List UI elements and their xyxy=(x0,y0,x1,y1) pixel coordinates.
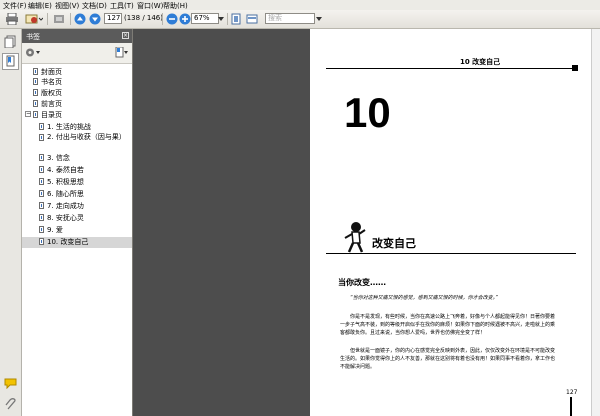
paperclip-icon xyxy=(5,398,16,410)
bookmark-item[interactable]: − 目录页 xyxy=(22,110,132,120)
printer-icon xyxy=(6,13,18,25)
search-input[interactable]: 搜索 xyxy=(265,13,315,24)
header-marker xyxy=(572,65,578,71)
epigraph: “当你对这种又痛又恨的感觉，感到又痛又恨的时候，你才会改变。” xyxy=(350,295,498,301)
collapse-toggle[interactable]: − xyxy=(25,111,31,117)
body-paragraph: 你是不是发现，有些时候，当你在高速公路上飞奔着，好像与个人都起能得见你！日著你要… xyxy=(340,314,556,336)
title-rule xyxy=(326,253,576,254)
fit-page-button[interactable] xyxy=(229,12,243,26)
comment-tab[interactable] xyxy=(4,378,17,391)
vertical-scrollbar[interactable] xyxy=(591,29,600,416)
comment-icon xyxy=(4,378,17,390)
bookmark-item[interactable]: 版权页 xyxy=(22,88,132,98)
document-page[interactable]: 10 改变自己 10 改变自己 当你改变…… “当你对这种又痛又恨的感觉，感到又… xyxy=(310,29,600,416)
bookmark-item-selected[interactable]: 10. 改变自己 xyxy=(22,237,132,248)
new-bookmark-icon xyxy=(115,46,128,58)
bookmark-icon xyxy=(6,55,15,67)
hand-tool-button[interactable] xyxy=(51,12,67,26)
new-bookmark-button[interactable] xyxy=(114,46,128,60)
envelope-icon xyxy=(25,14,43,24)
previous-page-button[interactable] xyxy=(73,12,87,26)
bookmark-item[interactable]: 1. 生活的挑战 xyxy=(22,122,132,132)
next-page-button[interactable] xyxy=(88,12,102,26)
fit-page-icon xyxy=(231,13,241,25)
zoom-out-icon xyxy=(166,13,178,25)
document-workspace-gutter xyxy=(133,29,310,416)
options-button[interactable] xyxy=(25,47,41,60)
bookmark-item[interactable]: 6. 随心所思 xyxy=(22,189,132,199)
bookmarks-panel-header: 书签 × xyxy=(22,29,132,43)
bookmark-item[interactable]: 4. 泰然自若 xyxy=(22,165,132,175)
chapter-figure xyxy=(343,221,367,255)
fit-width-icon xyxy=(246,14,258,24)
bookmark-item[interactable]: 7. 走向成功 xyxy=(22,201,132,211)
zoom-select[interactable]: 67% xyxy=(191,13,219,24)
bookmark-item[interactable]: 2. 付出与收获（因与果） xyxy=(22,133,132,151)
arrow-up-icon xyxy=(74,13,86,25)
chevron-down-icon xyxy=(316,17,322,21)
bookmark-item[interactable]: 书名页 xyxy=(22,77,132,87)
bookmarks-panel: 书签 × 封面页 书名页 版权页 前言页 − 目录页 1. 生活的挑战 2. 付出… xyxy=(22,29,133,416)
chevron-down-icon xyxy=(218,17,224,21)
bookmark-item[interactable]: 5. 积极思想 xyxy=(22,177,132,187)
bookmark-item[interactable]: 9. 爱 xyxy=(22,225,132,235)
bookmark-item[interactable]: 8. 安抚心灵 xyxy=(22,213,132,223)
bookmarks-panel-toolbar xyxy=(22,43,132,64)
running-header: 10 改变自己 xyxy=(460,58,501,66)
options-icon xyxy=(26,48,40,57)
page-number: 127 xyxy=(566,389,578,396)
body-paragraph: 但世就是一面镜子，你的内心在感觉完全反映到外表，因此，仅仅改变外在环境是不可能改… xyxy=(340,348,556,370)
zoom-dropdown-button[interactable] xyxy=(218,12,224,26)
print-button[interactable] xyxy=(4,12,20,26)
page-number-input[interactable]: 127 xyxy=(104,13,122,24)
page-edge-bar xyxy=(570,397,572,416)
pages-tab[interactable] xyxy=(4,35,17,50)
attachments-tab[interactable] xyxy=(4,398,17,413)
running-person-icon xyxy=(344,222,366,253)
toolbar: 127 (138 / 146) 67% 搜索 xyxy=(0,10,600,29)
search-dropdown-button[interactable] xyxy=(316,12,322,26)
bookmarks-tab[interactable] xyxy=(2,53,19,70)
close-panel-button[interactable]: × xyxy=(122,32,129,39)
zoom-in-button[interactable] xyxy=(178,12,192,26)
bookmark-item[interactable]: 3. 信念 xyxy=(22,153,132,163)
bookmark-item[interactable]: 封面页 xyxy=(22,67,132,77)
chapter-title: 改变自己 xyxy=(372,237,416,250)
navigation-strip xyxy=(0,29,22,416)
bookmarks-panel-title: 书签 xyxy=(26,33,40,41)
bookmark-item[interactable]: 前言页 xyxy=(22,99,132,109)
hand-icon xyxy=(54,15,64,23)
email-button[interactable] xyxy=(24,12,44,26)
zoom-in-icon xyxy=(179,13,191,25)
arrow-down-icon xyxy=(89,13,101,25)
page-count-label: (138 / 146) xyxy=(124,14,163,22)
pages-icon xyxy=(4,35,16,49)
fit-width-button[interactable] xyxy=(245,12,259,26)
section-heading: 当你改变…… xyxy=(338,278,386,287)
header-rule xyxy=(326,68,576,69)
zoom-out-button[interactable] xyxy=(165,12,179,26)
chapter-number: 10 xyxy=(344,89,391,136)
